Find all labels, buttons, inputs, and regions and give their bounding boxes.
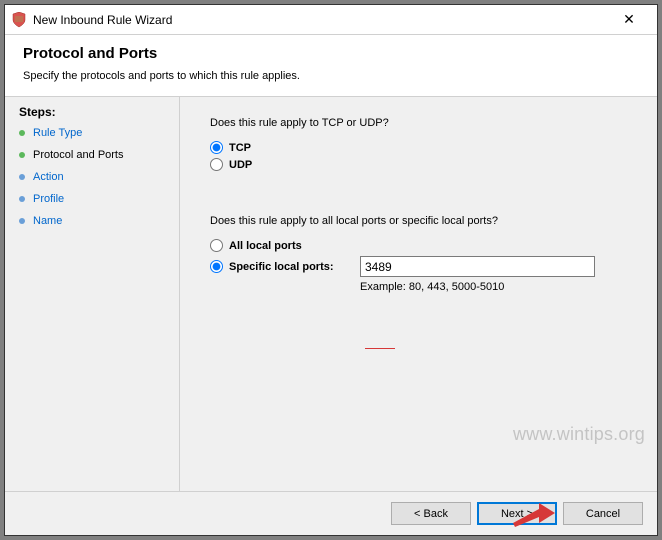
annotation-underline <box>365 348 395 349</box>
specific-ports-option[interactable]: Specific local ports: <box>210 256 635 277</box>
titlebar: New Inbound Rule Wizard ✕ <box>5 5 657 35</box>
bullet-icon <box>19 174 25 180</box>
step-label[interactable]: Rule Type <box>33 127 82 139</box>
bullet-icon <box>19 218 25 224</box>
all-ports-radio[interactable] <box>210 239 223 252</box>
bullet-icon <box>19 130 25 136</box>
port-input[interactable] <box>360 256 595 277</box>
close-button[interactable]: ✕ <box>609 11 649 28</box>
step-action[interactable]: Action <box>19 171 167 183</box>
wizard-dialog: New Inbound Rule Wizard ✕ Protocol and P… <box>4 4 658 536</box>
step-name[interactable]: Name <box>19 215 167 227</box>
bullet-icon <box>19 152 25 158</box>
step-label[interactable]: Name <box>33 215 62 227</box>
tcp-option[interactable]: TCP <box>210 141 635 154</box>
page-subtitle: Specify the protocols and ports to which… <box>23 70 639 82</box>
tcp-radio[interactable] <box>210 141 223 154</box>
page-header: Protocol and Ports Specify the protocols… <box>5 35 657 97</box>
steps-sidebar: Steps: Rule Type Protocol and Ports Acti… <box>5 97 180 491</box>
step-label[interactable]: Profile <box>33 193 64 205</box>
ports-question: Does this rule apply to all local ports … <box>210 215 635 227</box>
back-button[interactable]: < Back <box>391 502 471 525</box>
step-label: Protocol and Ports <box>33 149 124 161</box>
body: Steps: Rule Type Protocol and Ports Acti… <box>5 97 657 491</box>
window-title: New Inbound Rule Wizard <box>33 13 609 27</box>
all-ports-option[interactable]: All local ports <box>210 239 635 252</box>
tcp-label: TCP <box>229 142 251 154</box>
main-content: Does this rule apply to TCP or UDP? TCP … <box>180 97 657 491</box>
all-ports-label: All local ports <box>229 240 302 252</box>
protocol-question: Does this rule apply to TCP or UDP? <box>210 117 635 129</box>
step-label[interactable]: Action <box>33 171 64 183</box>
step-protocol-ports: Protocol and Ports <box>19 149 167 161</box>
port-example: Example: 80, 443, 5000-5010 <box>360 281 635 293</box>
app-icon <box>11 12 27 28</box>
page-title: Protocol and Ports <box>23 45 639 62</box>
next-button[interactable]: Next > <box>477 502 557 525</box>
udp-label: UDP <box>229 159 252 171</box>
specific-ports-radio[interactable] <box>210 260 223 273</box>
specific-ports-label: Specific local ports: <box>229 261 334 273</box>
bullet-icon <box>19 196 25 202</box>
udp-option[interactable]: UDP <box>210 158 635 171</box>
step-rule-type[interactable]: Rule Type <box>19 127 167 139</box>
step-profile[interactable]: Profile <box>19 193 167 205</box>
cancel-button[interactable]: Cancel <box>563 502 643 525</box>
udp-radio[interactable] <box>210 158 223 171</box>
steps-heading: Steps: <box>19 105 167 119</box>
button-footer: < Back Next > Cancel <box>5 491 657 535</box>
